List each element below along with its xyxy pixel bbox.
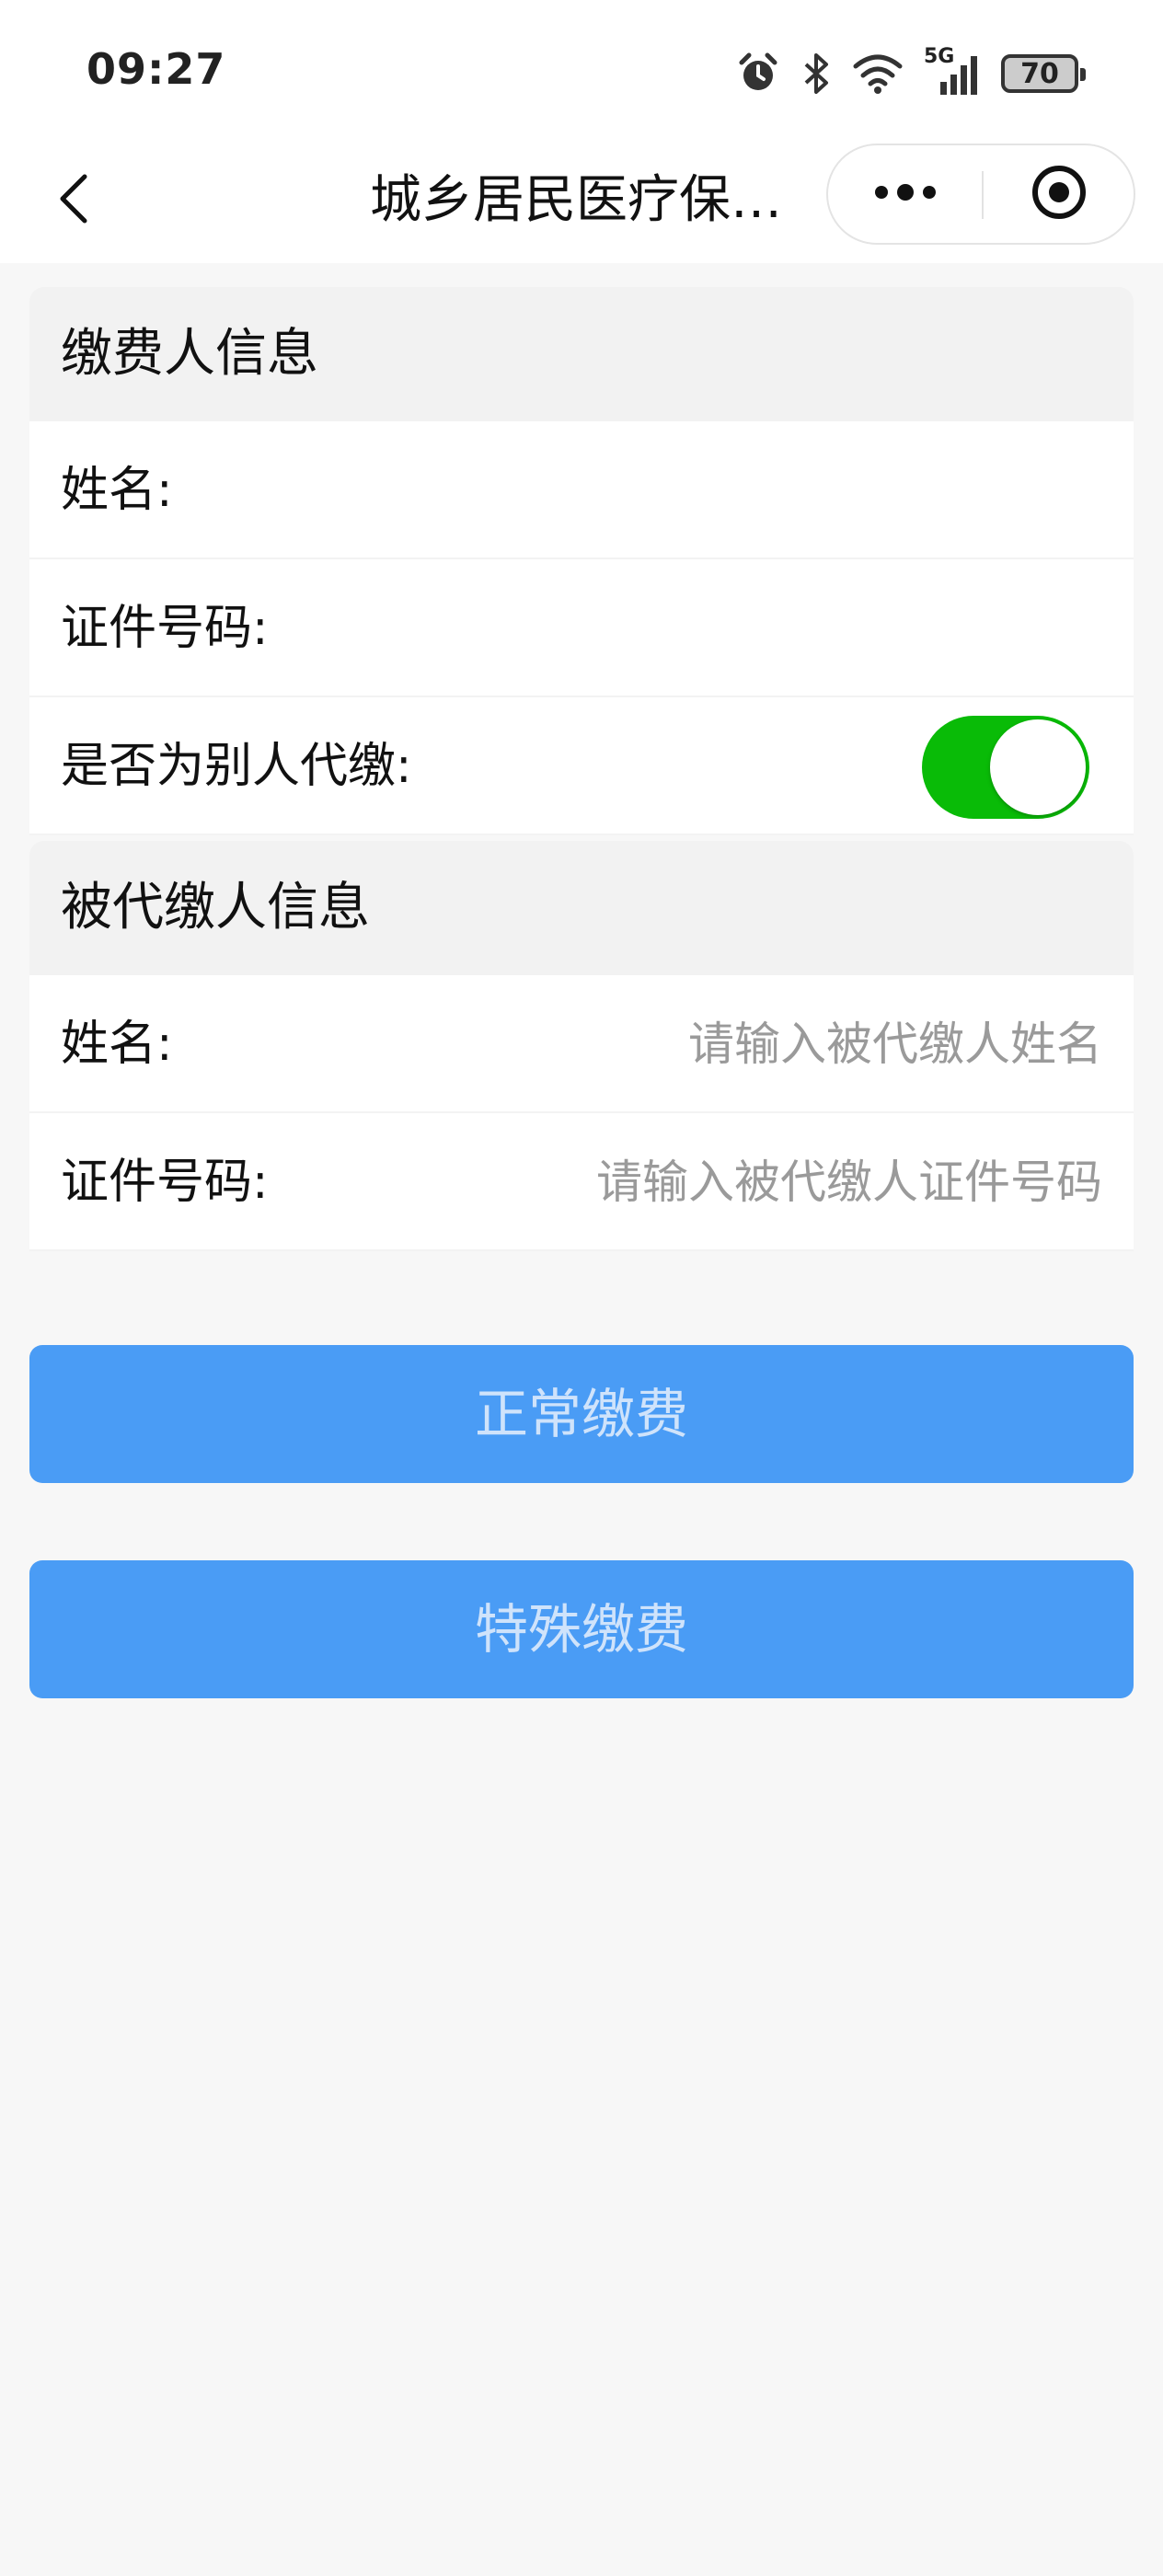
app-root: 09:27 5G 70 城乡居民医疗保… 缴费人信息 姓名: 证件号码: 是否为…: [0, 0, 1163, 2576]
battery-icon: 70: [1001, 54, 1086, 93]
proxy-payment-row: 是否为别人代缴:: [29, 697, 1134, 835]
payer-id-input[interactable]: [458, 587, 1102, 670]
payer-name-row: 姓名:: [29, 421, 1134, 559]
normal-payment-button[interactable]: 正常缴费: [29, 1345, 1134, 1483]
proxy-payment-toggle[interactable]: [922, 716, 1089, 819]
payer-id-label: 证件号码:: [61, 601, 269, 656]
signal-icon: 5G: [924, 45, 981, 97]
beneficiary-id-input[interactable]: [458, 1141, 1102, 1224]
more-icon: [873, 183, 938, 205]
bluetooth-icon: [800, 52, 832, 96]
mini-program-capsule: [826, 144, 1135, 245]
special-payment-button[interactable]: 特殊缴费: [29, 1560, 1134, 1698]
wifi-icon: [852, 53, 904, 94]
status-time: 09:27: [86, 44, 226, 94]
payer-id-row: 证件号码:: [29, 559, 1134, 697]
proxy-payment-label: 是否为别人代缴:: [61, 739, 412, 794]
alarm-icon: [736, 52, 780, 96]
toggle-knob: [990, 719, 1086, 815]
beneficiary-section-header: 被代缴人信息: [29, 841, 1134, 975]
status-bar: 09:27 5G 70: [0, 0, 1163, 138]
status-icons: 5G 70: [736, 45, 1086, 101]
page-title: 城乡居民医疗保…: [370, 170, 782, 230]
beneficiary-name-row: 姓名:: [29, 975, 1134, 1113]
close-target-icon: [1030, 163, 1088, 225]
close-mini-program-button[interactable]: [983, 145, 1135, 243]
beneficiary-id-label: 证件号码:: [61, 1155, 269, 1210]
payer-section-header: 缴费人信息: [29, 287, 1134, 421]
beneficiary-id-row: 证件号码:: [29, 1113, 1134, 1251]
chevron-left-icon: [55, 171, 92, 230]
payer-name-input[interactable]: [458, 449, 1102, 532]
more-button[interactable]: [828, 145, 983, 243]
back-button[interactable]: [37, 164, 110, 237]
beneficiary-name-input[interactable]: [458, 1003, 1102, 1086]
beneficiary-name-label: 姓名:: [61, 1017, 173, 1072]
payer-name-label: 姓名:: [61, 463, 173, 518]
nav-bar: 城乡居民医疗保…: [0, 138, 1163, 263]
